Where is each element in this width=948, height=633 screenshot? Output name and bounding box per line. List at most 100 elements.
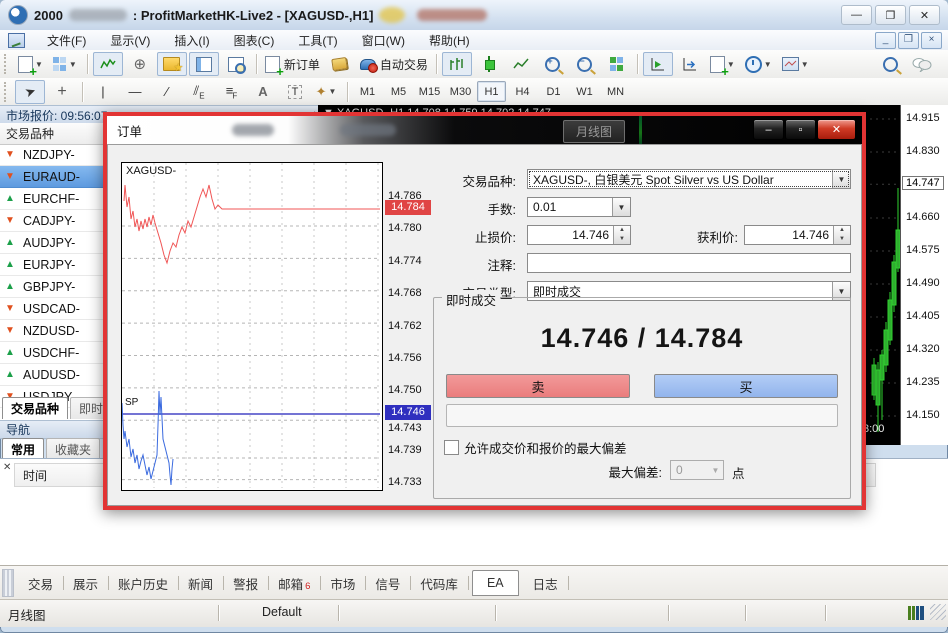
max-deviation-value: 0 [671,463,708,477]
monthly-chart-ghost-button[interactable]: 月线图 [563,120,625,143]
new-chart-button[interactable]: +▼ [15,52,48,76]
symbol-combobox[interactable]: XAGUSD-, 白银美元 Spot Silver vs US Dollar ▼ [527,169,851,189]
bar-chart-button[interactable] [442,52,472,76]
timeframe-button[interactable]: W1 [570,81,599,102]
menu-item[interactable]: 插入(I) [162,30,221,51]
terminal-tab-label: 展示 [73,574,98,593]
favorites-button[interactable]: ★ [157,52,187,76]
terminal-tab-label: 邮箱 [278,574,303,593]
terminal-tab[interactable]: 代码库 [410,570,468,597]
menu-item[interactable]: 图表(C) [222,30,287,51]
terminal-tab[interactable]: 邮箱 6 [268,570,320,597]
dialog-restore-button[interactable]: ▫ [785,119,816,140]
chevron-down-icon[interactable]: ▼ [832,170,850,188]
menu-item[interactable]: 窗口(W) [350,30,417,51]
terminal-tab[interactable]: 日志 [523,570,568,597]
chart-price-scale[interactable]: 14.91514.83014.74714.66014.57514.49014.4… [900,105,948,445]
equidistant-channel-tool-button[interactable]: ⫽E [184,80,214,104]
crosshair-tool-button[interactable]: + [47,80,77,104]
market-watch-toggle-button[interactable] [189,52,219,76]
timeframe-button[interactable]: M1 [353,81,382,102]
price-direction-icon [5,347,19,358]
indicators-button[interactable]: +▼ [707,52,740,76]
metaeditor-button[interactable] [325,52,355,76]
maximize-button[interactable]: ❐ [875,5,906,25]
max-deviation-select[interactable]: 0 ▼ [670,460,724,480]
terminal-tab[interactable]: 市场 [320,570,365,597]
terminal-tab[interactable]: 账户历史 [108,570,178,597]
terminal-tab[interactable]: 警报 [223,570,268,597]
sell-button[interactable]: 卖 [446,374,630,398]
terminal-tab[interactable]: EA [472,570,519,596]
horizontal-line-tool-button[interactable]: — [120,80,150,104]
trendline-tool-button[interactable]: ∕ [152,80,182,104]
price-scale-tick: 14.915 [906,112,940,124]
profiles-button[interactable]: ▼ [50,52,82,76]
timeframe-button[interactable]: M15 [415,81,444,102]
terminal-close-icon[interactable]: ✕ [3,462,11,473]
line-chart-button[interactable] [506,52,536,76]
fibonacci-tool-button[interactable]: ≡F [216,80,246,104]
data-window-button[interactable] [221,52,251,76]
status-profile[interactable]: Default [262,605,302,619]
arrows-tool-button[interactable]: ✦▼ [312,80,342,104]
title-bar[interactable]: 2000 : ProfitMarketHK-Live2 - [XAGUSD-,H… [0,0,948,30]
candlestick-chart-button[interactable] [474,52,504,76]
terminal-tab[interactable]: 展示 [63,570,108,597]
chart-shift-button[interactable] [675,52,705,76]
vertical-line-tool-button[interactable]: | [88,80,118,104]
text-label-tool-button[interactable]: T [280,80,310,104]
mdi-restore-button[interactable]: ❐ [898,32,919,49]
menu-item[interactable]: 帮助(H) [417,30,482,51]
timeframe-button[interactable]: D1 [539,81,568,102]
terminal-tab[interactable]: 新闻 [178,570,223,597]
crosshair-button[interactable]: ⊕ [125,52,155,76]
timeframe-button[interactable]: M5 [384,81,413,102]
minimize-button[interactable]: — [841,5,872,25]
chevron-down-icon[interactable]: ▼ [612,198,630,216]
autotrading-button[interactable]: 自动交易 [357,52,431,76]
navigator-tab[interactable]: 收藏夹 [46,438,100,458]
templates-button[interactable]: ▼ [779,52,814,76]
stop-loss-spinner[interactable]: 14.746 ▲▼ [527,225,631,245]
navigator-tab[interactable]: 常用 [2,438,44,458]
new-order-button[interactable]: +新订单 [262,52,323,76]
order-dialog-title-bar[interactable]: 订单 月线图 – ▫ ✕ [107,116,862,144]
mdi-minimize-button[interactable]: _ [875,32,896,49]
terminal-tab[interactable]: 信号 [365,570,410,597]
search-button[interactable] [875,52,905,76]
toolbar-grip[interactable] [4,82,10,102]
close-button[interactable]: ✕ [909,5,940,25]
volume-combobox[interactable]: 0.01 ▼ [527,197,631,217]
deviation-checkbox[interactable] [444,440,459,455]
zoom-in-button[interactable]: + [538,52,568,76]
menu-item[interactable]: 文件(F) [35,30,98,51]
navigator-title: 导航 [6,421,30,438]
auto-scroll-button[interactable] [643,52,673,76]
resize-grip[interactable] [930,604,946,620]
terminal-drag-grip[interactable] [2,569,14,597]
spinner-arrows-icon[interactable]: ▲▼ [833,226,850,244]
menu-item[interactable]: 显示(V) [98,30,162,51]
take-profit-spinner[interactable]: 14.746 ▲▼ [744,225,851,245]
cursor-tool-button[interactable]: ➤ [15,80,45,104]
dialog-close-button[interactable]: ✕ [817,119,856,140]
text-tool-button[interactable]: A [248,80,278,104]
chat-button[interactable] [907,52,937,76]
comment-input[interactable] [527,253,851,273]
zoom-out-button[interactable]: − [570,52,600,76]
timeframe-button[interactable]: H4 [508,81,537,102]
terminal-tab[interactable]: 交易 [18,570,63,597]
market-watch-tab[interactable]: 交易品种 [2,397,68,419]
dialog-minimize-button[interactable]: – [753,119,784,140]
timeframe-button[interactable]: MN [601,81,630,102]
menu-item[interactable]: 工具(T) [286,30,349,51]
timeframe-button[interactable]: H1 [477,81,506,102]
tick-chart-button[interactable] [93,52,123,76]
periods-button[interactable]: ▼ [742,52,777,76]
mdi-close-button[interactable]: × [921,32,942,49]
toolbar-grip[interactable] [4,54,10,74]
timeframe-button[interactable]: M30 [446,81,475,102]
buy-button[interactable]: 买 [654,374,838,398]
tile-windows-button[interactable] [602,52,632,76]
